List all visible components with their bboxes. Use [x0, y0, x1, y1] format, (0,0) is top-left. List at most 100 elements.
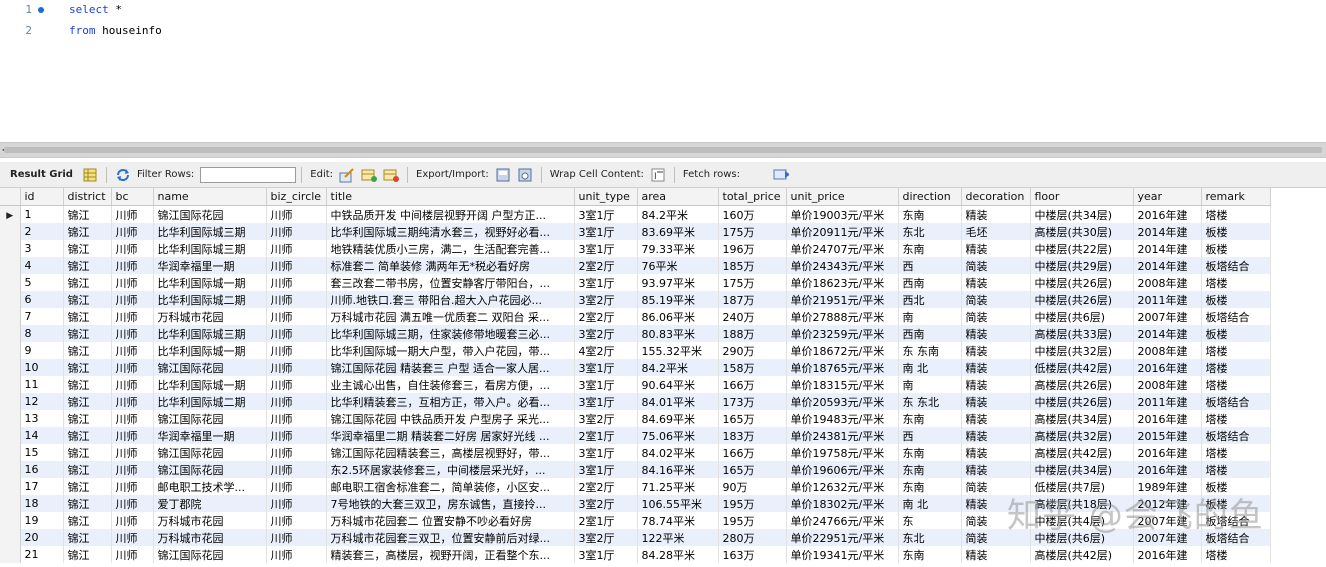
column-header-unit-type[interactable]: unit_type — [574, 188, 638, 206]
cell-direction[interactable]: 东南 — [898, 461, 962, 478]
table-row[interactable]: 12 锦江 川师 比华利国际城二期 川师 比华利精装套三，互相方正，带入户。必看... 3室… — [0, 393, 1271, 410]
cell-district[interactable]: 锦江 — [63, 376, 112, 393]
cell-floor[interactable]: 中楼层(共6层) — [1030, 308, 1134, 325]
cell-remark[interactable]: 塔楼 — [1201, 274, 1271, 291]
cell-floor[interactable]: 中楼层(共29层) — [1030, 257, 1134, 274]
cell-year[interactable]: 2012年建 — [1133, 495, 1202, 512]
cell-unit-type[interactable]: 2室1厅 — [574, 512, 638, 529]
cell-biz-circle[interactable]: 川师 — [266, 274, 327, 291]
cell-unit-price[interactable]: 单价18672元/平米 — [786, 342, 899, 359]
cell-name[interactable]: 华润幸福里一期 — [153, 257, 267, 274]
cell-total-price[interactable]: 90万 — [718, 478, 787, 495]
table-row[interactable]: ▶ 1 锦江 川师 锦江国际花园 川师 中铁品质开发 中间楼层视野开阔 户型方正... 3室1… — [0, 205, 1271, 223]
cell-name[interactable]: 万科城市花园 — [153, 529, 267, 546]
cell-id[interactable]: 15 — [20, 444, 64, 461]
table-row[interactable]: 5 锦江 川师 比华利国际城一期 川师 套三改套二带书房，位置安静客厅带阳台，... 3室1… — [0, 274, 1271, 291]
cell-bc[interactable]: 川师 — [111, 461, 154, 478]
cell-area[interactable]: 78.74平米 — [637, 512, 719, 529]
cell-area[interactable]: 84.69平米 — [637, 410, 719, 427]
cell-floor[interactable]: 高楼层(共30层) — [1030, 223, 1134, 240]
cell-remark[interactable]: 塔楼 — [1201, 359, 1271, 376]
cell-bc[interactable]: 川师 — [111, 325, 154, 342]
cell-unit-price[interactable]: 单价18623元/平米 — [786, 274, 899, 291]
cell-year[interactable]: 2016年建 — [1133, 205, 1202, 223]
table-row[interactable]: 21 锦江 川师 锦江国际花园 川师 精装套三，高楼层，视野开阔，正看整个东... 3室1厅… — [0, 546, 1271, 563]
cell-unit-price[interactable]: 单价19341元/平米 — [786, 546, 899, 563]
cell-name[interactable]: 万科城市花园 — [153, 308, 267, 325]
cell-remark[interactable]: 板楼 — [1201, 223, 1271, 240]
cell-year[interactable]: 2011年建 — [1133, 393, 1202, 410]
row-selector[interactable] — [0, 223, 21, 240]
table-row[interactable]: 11 锦江 川师 比华利国际城一期 川师 业主诚心出售，自住装修套三，看房方便，... 3室… — [0, 376, 1271, 393]
cell-year[interactable]: 2016年建 — [1133, 461, 1202, 478]
cell-bc[interactable]: 川师 — [111, 427, 154, 444]
cell-bc[interactable]: 川师 — [111, 308, 154, 325]
cell-remark[interactable]: 板塔结合 — [1201, 257, 1271, 274]
cell-biz-circle[interactable]: 川师 — [266, 223, 327, 240]
cell-name[interactable]: 邮电职工技术学... — [153, 478, 267, 495]
cell-title[interactable]: 业主诚心出售，自住装修套三，看房方便，... — [326, 376, 575, 393]
cell-unit-price[interactable]: 单价12632元/平米 — [786, 478, 899, 495]
cell-bc[interactable]: 川师 — [111, 205, 154, 223]
table-row[interactable]: 16 锦江 川师 锦江国际花园 川师 东2.5环居家装修套三，中间楼层采光好，... 3室1… — [0, 461, 1271, 478]
cell-district[interactable]: 锦江 — [63, 461, 112, 478]
row-selector[interactable] — [0, 257, 21, 274]
cell-decoration[interactable]: 简装 — [961, 512, 1031, 529]
cell-remark[interactable]: 板楼 — [1201, 495, 1271, 512]
cell-bc[interactable]: 川师 — [111, 342, 154, 359]
row-selector[interactable] — [0, 478, 21, 495]
cell-area[interactable]: 76平米 — [637, 257, 719, 274]
cell-direction[interactable]: 东南 — [898, 410, 962, 427]
column-header-bc[interactable]: bc — [111, 188, 154, 206]
cell-unit-price[interactable]: 单价18315元/平米 — [786, 376, 899, 393]
cell-id[interactable]: 8 — [20, 325, 64, 342]
wrap-text-icon[interactable]: I — [650, 167, 666, 183]
cell-name[interactable]: 锦江国际花园 — [153, 359, 267, 376]
cell-biz-circle[interactable]: 川师 — [266, 393, 327, 410]
row-selector[interactable] — [0, 359, 21, 376]
delete-row-icon[interactable] — [383, 167, 400, 183]
cell-id[interactable]: 9 — [20, 342, 64, 359]
cell-district[interactable]: 锦江 — [63, 478, 112, 495]
cell-floor[interactable]: 中楼层(共26层) — [1030, 274, 1134, 291]
cell-year[interactable]: 2016年建 — [1133, 546, 1202, 563]
export-icon[interactable] — [495, 167, 511, 183]
cell-decoration[interactable]: 简装 — [961, 257, 1031, 274]
cell-decoration[interactable]: 精装 — [961, 274, 1031, 291]
cell-total-price[interactable]: 183万 — [718, 427, 787, 444]
sql-editor[interactable]: 1 select * 2 from houseinfo — [0, 0, 1326, 142]
row-selector[interactable] — [0, 291, 21, 308]
cell-name[interactable]: 比华利国际城二期 — [153, 393, 267, 410]
row-selector[interactable] — [0, 529, 21, 546]
cell-unit-type[interactable]: 3室1厅 — [574, 444, 638, 461]
cell-title[interactable]: 比华利国际城三期，住家装修带地暖套三必... — [326, 325, 575, 342]
cell-district[interactable]: 锦江 — [63, 223, 112, 240]
cell-unit-type[interactable]: 3室1厅 — [574, 205, 638, 223]
cell-title[interactable]: 万科城市花园套二 位置安静不吵必看好房 — [326, 512, 575, 529]
cell-floor[interactable]: 高楼层(共18层) — [1030, 495, 1134, 512]
cell-id[interactable]: 13 — [20, 410, 64, 427]
cell-total-price[interactable]: 158万 — [718, 359, 787, 376]
cell-title[interactable]: 套三改套二带书房，位置安静客厅带阳台，... — [326, 274, 575, 291]
cell-remark[interactable]: 板楼 — [1201, 478, 1271, 495]
cell-bc[interactable]: 川师 — [111, 478, 154, 495]
row-selector[interactable]: ▶ — [0, 205, 21, 223]
column-header-biz-circle[interactable]: biz_circle — [266, 188, 327, 206]
cell-name[interactable]: 比华利国际城三期 — [153, 240, 267, 257]
cell-id[interactable]: 1 — [20, 205, 64, 223]
cell-unit-type[interactable]: 3室1厅 — [574, 546, 638, 563]
row-selector[interactable] — [0, 325, 21, 342]
row-selector[interactable] — [0, 427, 21, 444]
cell-direction[interactable]: 东北 — [898, 223, 962, 240]
result-grid[interactable]: id district bc name biz_circle title unit_type… — [0, 188, 1326, 567]
filter-rows-input[interactable] — [200, 166, 297, 183]
column-header-year[interactable]: year — [1133, 188, 1202, 206]
cell-name[interactable]: 华润幸福里一期 — [153, 427, 267, 444]
cell-decoration[interactable]: 精装 — [961, 325, 1031, 342]
table-row[interactable]: 2 锦江 川师 比华利国际城三期 川师 比华利国际城三期纯清水套三，视野好必看... 3室1… — [0, 223, 1271, 240]
cell-remark[interactable]: 塔楼 — [1201, 461, 1271, 478]
cell-id[interactable]: 16 — [20, 461, 64, 478]
cell-direction[interactable]: 东北 — [898, 529, 962, 546]
column-header-total-price[interactable]: total_price — [718, 188, 787, 206]
cell-unit-type[interactable]: 3室1厅 — [574, 461, 638, 478]
